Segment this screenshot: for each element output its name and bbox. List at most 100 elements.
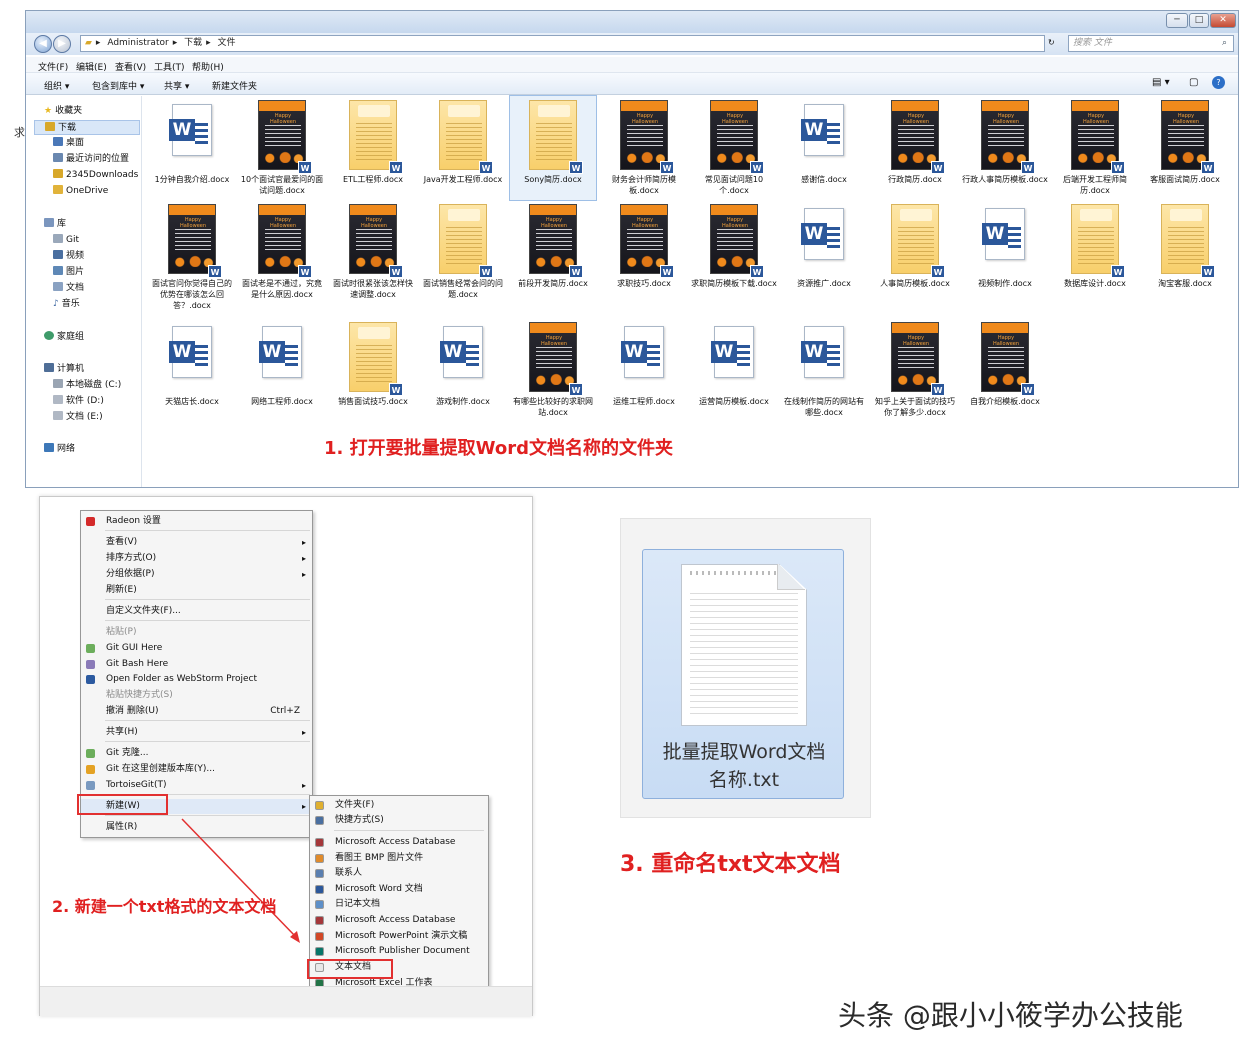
file-item[interactable]: Happy Halloween W 求职简历模板下载.docx: [691, 200, 777, 316]
help-icon[interactable]: ?: [1212, 76, 1225, 89]
nav-item-pictures[interactable]: 图片: [53, 265, 84, 280]
menu-bar: 文件(F) 编辑(E) 查看(V) 工具(T) 帮助(H): [26, 57, 1238, 73]
preview-pane-icon[interactable]: ▢: [1189, 77, 1198, 88]
menu-view[interactable]: 查看(V): [115, 60, 146, 73]
nav-computer[interactable]: 计算机: [44, 362, 84, 377]
file-item[interactable]: W 天猫店长.docx: [149, 318, 235, 422]
halloween-resume-thumbnail: Happy Halloween W: [1071, 100, 1125, 174]
menu-edit[interactable]: 编辑(E): [76, 60, 107, 73]
file-name: 数据库设计.docx: [1064, 279, 1126, 288]
file-item[interactable]: Happy Halloween W 前段开发简历.docx: [510, 200, 596, 316]
file-item[interactable]: Happy Halloween W 10个面试官最爱问的面试问题.docx: [239, 96, 325, 200]
file-item[interactable]: Happy Halloween W 知乎上关于面试的技巧你了解多少.docx: [872, 318, 958, 422]
file-item[interactable]: W 在线制作简历的网站有哪些.docx: [781, 318, 867, 422]
nav-network[interactable]: 网络: [44, 442, 75, 457]
file-item[interactable]: Happy Halloween W 财务会计师简历模板.docx: [601, 96, 687, 200]
nav-item-drive-d[interactable]: 软件 (D:): [53, 394, 104, 409]
yellow-resume-thumbnail: W: [439, 100, 493, 174]
file-item[interactable]: Happy Halloween W 面试老是不通过，究竟是什么原因.docx: [239, 200, 325, 316]
nav-item-downloads[interactable]: 下载: [34, 120, 140, 135]
close-button[interactable]: ✕: [1210, 13, 1236, 28]
onedrive-icon: [53, 185, 63, 194]
file-name: 网络工程师.docx: [251, 397, 313, 406]
nav-favorites[interactable]: ★ 收藏夹: [44, 104, 82, 119]
file-item[interactable]: W 游戏制作.docx: [420, 318, 506, 422]
documents-icon: [53, 282, 63, 291]
file-item[interactable]: W 淘宝客服.docx: [1142, 200, 1228, 316]
nav-item-drive-c[interactable]: 本地磁盘 (C:): [53, 378, 121, 393]
file-name: 10个面试官最爱问的面试问题.docx: [240, 175, 324, 195]
nav-item-git[interactable]: Git: [53, 233, 79, 248]
share-button[interactable]: 共享 ▾: [164, 79, 189, 92]
file-item[interactable]: W 视频制作.docx: [962, 200, 1048, 316]
file-item[interactable]: Happy Halloween W 客服面试简历.docx: [1142, 96, 1228, 200]
nav-item-videos[interactable]: 视频: [53, 249, 84, 264]
nav-item-recent[interactable]: 最近访问的位置: [53, 152, 129, 167]
file-item[interactable]: W 运营简历模板.docx: [691, 318, 777, 422]
halloween-resume-thumbnail: Happy Halloween W: [529, 322, 583, 396]
file-item[interactable]: Happy Halloween W 求职技巧.docx: [601, 200, 687, 316]
address-bar[interactable]: ▰ ▸ Administrator ▸ 下载 ▸ 文件: [80, 35, 1045, 52]
file-item[interactable]: W 运维工程师.docx: [601, 318, 687, 422]
file-item[interactable]: Happy Halloween W 面试时很紧张该怎样快速调整.docx: [330, 200, 416, 316]
maximize-button[interactable]: □: [1189, 13, 1209, 28]
nav-libraries[interactable]: 库: [44, 217, 66, 232]
menu-file[interactable]: 文件(F): [38, 60, 68, 73]
file-item[interactable]: Happy Halloween W 行政人事简历模板.docx: [962, 96, 1048, 200]
nav-item-music[interactable]: ♪ 音乐: [53, 297, 80, 312]
nav-item-desktop[interactable]: 桌面: [53, 136, 84, 151]
breadcrumb-files[interactable]: 文件: [218, 38, 236, 48]
menu-tools[interactable]: 工具(T): [154, 60, 185, 73]
file-item[interactable]: W 面试销售经常会问的问题.docx: [420, 200, 506, 316]
forward-button[interactable]: ▶: [53, 35, 71, 53]
nav-item-onedrive[interactable]: OneDrive: [53, 184, 108, 199]
breadcrumb-administrator[interactable]: Administrator: [107, 38, 168, 48]
file-name: 面试时很紧张该怎样快速调整.docx: [333, 279, 413, 299]
txt-filename[interactable]: 批量提取Word文档 名称.txt: [643, 738, 845, 794]
halloween-resume-thumbnail: Happy Halloween W: [620, 100, 674, 174]
minimize-button[interactable]: ─: [1166, 13, 1188, 28]
new-folder-button[interactable]: 新建文件夹: [212, 79, 257, 92]
include-library-button[interactable]: 包含到库中 ▾: [92, 79, 144, 92]
view-options-icon[interactable]: ▤ ▾: [1152, 77, 1170, 88]
nav-item-drive-e[interactable]: 文档 (E:): [53, 410, 103, 425]
nav-homegroup[interactable]: 家庭组: [44, 330, 84, 345]
file-item[interactable]: Happy Halloween W 有哪些比较好的求职网站.docx: [510, 318, 596, 422]
file-item[interactable]: Happy Halloween W 面试官问你觉得自己的优势在哪该怎么回答？.docx: [149, 200, 235, 316]
file-name: 有哪些比较好的求职网站.docx: [513, 397, 593, 417]
halloween-resume-thumbnail: Happy Halloween W: [258, 204, 312, 278]
breadcrumb-downloads[interactable]: 下载: [184, 38, 202, 48]
file-item[interactable]: W 人事简历模板.docx: [872, 200, 958, 316]
file-item[interactable]: W 数据库设计.docx: [1052, 200, 1138, 316]
file-item[interactable]: W 资源推广.docx: [781, 200, 867, 316]
selected-txt-file[interactable]: 批量提取Word文档 名称.txt: [642, 549, 844, 799]
file-item[interactable]: W 销售面试技巧.docx: [330, 318, 416, 422]
file-item[interactable]: Happy Halloween W 自我介绍模板.docx: [962, 318, 1048, 422]
search-input[interactable]: 搜索 文件: [1068, 35, 1234, 52]
page-fold: [777, 564, 805, 590]
halloween-resume-thumbnail: Happy Halloween W: [891, 100, 945, 174]
organize-button[interactable]: 组织 ▾: [44, 79, 69, 92]
file-item[interactable]: W 感谢信.docx: [781, 96, 867, 200]
file-item[interactable]: W 网络工程师.docx: [239, 318, 325, 422]
file-name: 常见面试问题10个.docx: [704, 175, 764, 195]
nav-item-2345downloads[interactable]: 2345Downloads: [53, 168, 138, 183]
file-name: 面试销售经常会问的问题.docx: [423, 279, 503, 299]
recent-places-icon: [53, 153, 63, 162]
file-name: 行政简历.docx: [888, 175, 942, 184]
file-item[interactable]: W Java开发工程师.docx: [420, 96, 506, 200]
file-name: 面试老是不通过，究竟是什么原因.docx: [242, 279, 322, 299]
file-item[interactable]: W 1分钟自我介绍.docx: [149, 96, 235, 200]
word-doc-icon: W: [620, 322, 670, 394]
menu-help[interactable]: 帮助(H): [192, 60, 224, 73]
file-item[interactable]: W Sony简历.docx: [509, 95, 597, 201]
search-icon[interactable]: ⌕: [1222, 38, 1227, 48]
back-button[interactable]: ◀: [34, 35, 52, 53]
refresh-icon[interactable]: ↻: [1048, 38, 1055, 47]
nav-item-documents[interactable]: 文档: [53, 281, 84, 296]
file-item[interactable]: Happy Halloween W 行政简历.docx: [872, 96, 958, 200]
file-item[interactable]: Happy Halloween W 后端开发工程师简历.docx: [1052, 96, 1138, 200]
file-item[interactable]: W ETL工程师.docx: [330, 96, 416, 200]
file-item[interactable]: Happy Halloween W 常见面试问题10个.docx: [691, 96, 777, 200]
halloween-resume-thumbnail: Happy Halloween W: [349, 204, 403, 278]
